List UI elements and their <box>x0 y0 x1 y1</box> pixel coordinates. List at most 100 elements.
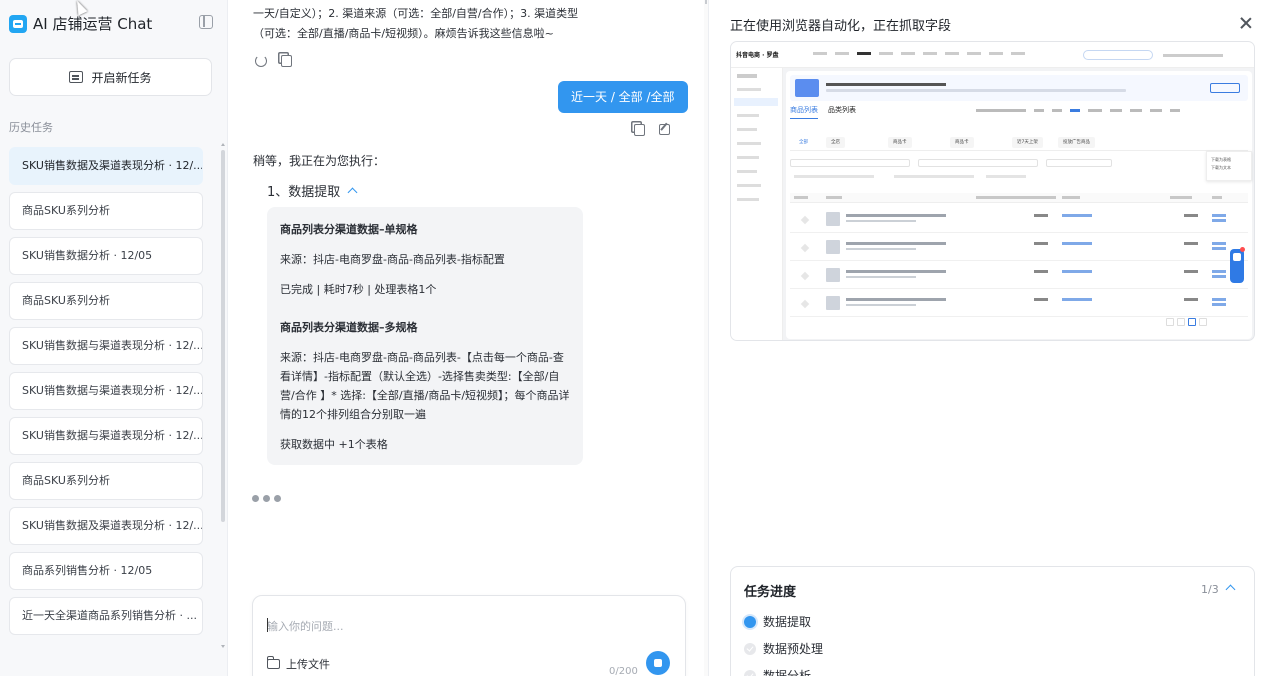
product-thumbnail <box>826 240 840 254</box>
nav-bar <box>813 52 827 55</box>
history-item[interactable]: 商品系列销售分析 · 12/05 <box>9 552 203 590</box>
link-bar <box>1062 242 1092 245</box>
scroll-down-arrow[interactable] <box>221 645 225 648</box>
progress-step: 数据预处理 <box>744 640 823 657</box>
product-id-bar <box>846 248 916 250</box>
tab-category-list: 品类列表 <box>828 106 856 114</box>
new-chat-icon <box>69 71 84 83</box>
product-id-bar <box>846 304 916 306</box>
card-source: 来源：抖店-电商罗盘-商品-商品列表-指标配置 <box>280 253 505 266</box>
panel-title: 正在使用浏览器自动化，正在抓取字段 <box>730 19 952 34</box>
banner-image <box>795 79 819 97</box>
dropdown-item: 下载为文本 <box>1211 165 1231 170</box>
copy-icon[interactable] <box>634 124 645 136</box>
browser-table-row <box>790 291 1248 317</box>
date-bar <box>1130 109 1142 112</box>
nav-bar <box>989 52 1003 55</box>
step-detail-card: 商品列表分渠道数据–单规格 来源：抖店-电商罗盘-商品-商品列表-指标配置 已完… <box>267 207 583 465</box>
typing-indicator <box>252 495 281 502</box>
browser-tabs: 商品列表 品类列表 <box>790 105 856 119</box>
browser-user <box>1163 54 1223 57</box>
side-item <box>737 88 761 91</box>
date-bar <box>1110 109 1122 112</box>
progress-count: 1/3 <box>1201 583 1219 596</box>
product-thumbnail <box>826 296 840 310</box>
date-bar <box>1052 109 1062 112</box>
step-toggle[interactable]: 1、数据提取 <box>267 181 358 200</box>
chat-input-box[interactable]: 输入你的问题... 上传文件 0/200 <box>252 595 686 676</box>
edit-icon[interactable] <box>659 124 670 135</box>
nav-bar <box>1011 52 1025 55</box>
amount-bar <box>1184 214 1198 217</box>
date-bar <box>1150 109 1162 112</box>
history-item[interactable]: SKU销售数据分析 · 12/05 <box>9 237 203 275</box>
nav-bar <box>945 52 959 55</box>
banner-title-bar <box>826 83 946 86</box>
chip: 投放广告商品 <box>1058 137 1095 148</box>
chevron-up-icon[interactable] <box>1225 584 1236 595</box>
browser-table-row <box>790 235 1248 261</box>
history-item[interactable]: 近一天全渠道商品系列销售分析 · ... <box>9 597 203 635</box>
page-button <box>1177 318 1185 326</box>
user-message: 近一天 / 全部 /全部 <box>558 81 688 113</box>
link-bar <box>1062 214 1092 217</box>
assistant-message: 一天/自定义）；2. 渠道来源（可选：全部/自营/合作）；3. 渠道类型（可选：… <box>253 7 579 40</box>
history-item[interactable]: SKU销售数据与渠道表现分析 · 12/... <box>9 327 203 365</box>
history-item[interactable]: SKU销售数据与渠道表现分析 · 12/... <box>9 372 203 410</box>
action-bar <box>1212 298 1226 301</box>
history-item[interactable]: SKU销售数据及渠道表现分析 · 12/... <box>9 507 203 545</box>
chat-area: 一天/自定义）；2. 渠道来源（可选：全部/自营/合作）；3. 渠道类型（可选：… <box>229 0 707 676</box>
tab-product-list: 商品列表 <box>790 105 818 119</box>
sidebar-collapse-icon[interactable] <box>199 15 213 29</box>
card-heading: 商品列表分渠道数据–单规格 <box>280 223 418 236</box>
history-heading: 历史任务 <box>9 121 53 134</box>
amount-bar <box>1184 242 1198 245</box>
sidebar: AI 店铺运营 Chat 开启新任务 历史任务 SKU销售数据及渠道表现分析 ·… <box>0 0 228 676</box>
star-icon <box>800 271 810 281</box>
browser-pagination <box>1166 318 1207 326</box>
page-button <box>1199 318 1207 326</box>
scroll-up-arrow[interactable] <box>221 143 225 146</box>
star-icon <box>800 215 810 225</box>
step-label: 数据提取 <box>763 615 812 629</box>
upload-file-button[interactable]: 上传文件 <box>266 656 330 672</box>
th-bar <box>826 196 842 199</box>
product-thumbnail <box>826 212 840 226</box>
history-item[interactable]: SKU销售数据与渠道表现分析 · 12/... <box>9 417 203 455</box>
step-active-dot-icon <box>744 615 756 628</box>
nav-bar <box>901 52 915 55</box>
browser-date-filters <box>976 109 1180 112</box>
card-heading: 商品列表分渠道数据–多规格 <box>280 321 418 334</box>
side-item <box>737 114 759 117</box>
chat-input-placeholder[interactable]: 输入你的问题... <box>267 618 344 634</box>
close-icon[interactable] <box>1240 17 1252 29</box>
chip: 全店 <box>826 137 845 148</box>
browser-table-header <box>790 193 1248 203</box>
browser-chip-row: 全部 全店 商品卡 商品卡 近7天上架 投放广告商品 <box>790 135 1248 151</box>
text-caret <box>267 618 268 632</box>
copy-icon[interactable] <box>281 55 292 67</box>
product-name-bar <box>846 242 946 245</box>
app-title: AI 店铺运营 Chat <box>33 15 153 33</box>
nav-bar <box>967 52 981 55</box>
history-item[interactable]: SKU销售数据及渠道表现分析 · 12/... <box>9 147 203 185</box>
history-scrollbar[interactable] <box>221 150 225 522</box>
chevron-up-icon <box>347 187 358 198</box>
banner-subtitle-bar <box>826 89 1126 92</box>
send-button[interactable] <box>646 651 670 675</box>
browser-content: 商品列表 品类列表 全部 全店 商品卡 商品卡 近7天上架 投放广告商品 下载为… <box>786 71 1252 339</box>
history-item[interactable]: 商品SKU系列分析 <box>9 192 203 230</box>
chip: 近7天上架 <box>1012 137 1043 148</box>
chip: 商品卡 <box>950 137 974 148</box>
product-name-bar <box>846 298 946 301</box>
history-item[interactable]: 商品SKU系列分析 <box>9 462 203 500</box>
regenerate-icon[interactable] <box>255 55 267 67</box>
action-bar <box>1212 242 1226 245</box>
side-item <box>737 170 757 173</box>
new-task-button[interactable]: 开启新任务 <box>9 58 212 96</box>
action-bar <box>1212 270 1226 273</box>
product-name-bar <box>846 214 946 217</box>
chip: 全部 <box>794 137 813 148</box>
step-check-icon <box>744 642 756 655</box>
history-item[interactable]: 商品SKU系列分析 <box>9 282 203 320</box>
